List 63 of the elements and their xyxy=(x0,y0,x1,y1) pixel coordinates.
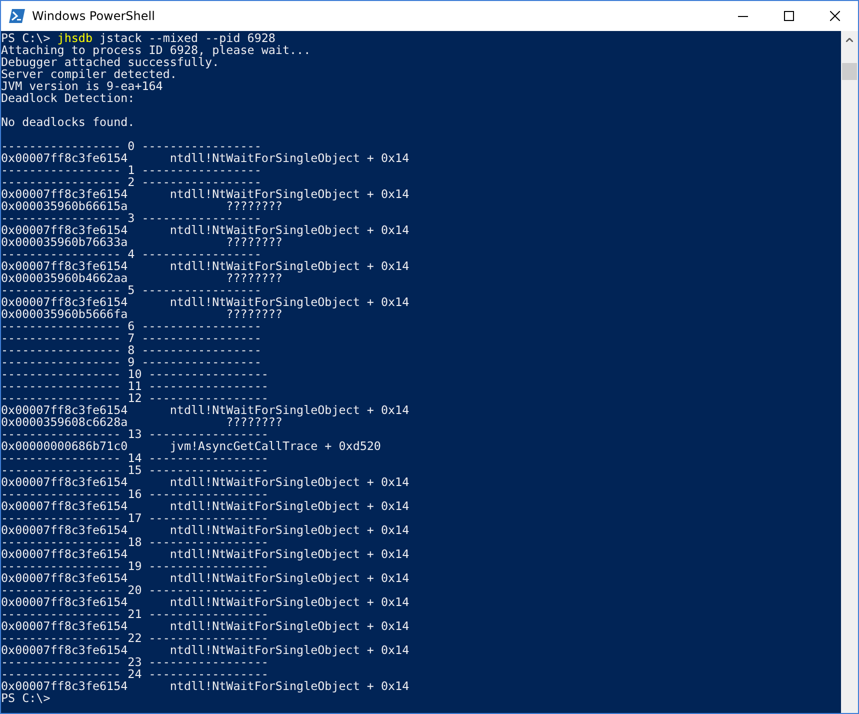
console-output-line: ----------------- 13 ----------------- xyxy=(1,427,268,441)
console-output-line: Debugger attached successfully. xyxy=(1,55,220,69)
console-output-line: 0x00007ff8c3fe6154 ntdll!NtWaitForSingleObject + 0x14 xyxy=(1,223,410,237)
console-output-line: 0x00000000686b71c0 jvm!AsyncGetCallTrace + 0xd520 xyxy=(1,439,381,453)
console-output-line: ----------------- 11 ----------------- xyxy=(1,379,268,393)
close-icon xyxy=(830,11,840,21)
console-output-line: ----------------- 1 ----------------- xyxy=(1,163,262,177)
console-output-line: ----------------- 4 ----------------- xyxy=(1,247,262,261)
console-output-line: ----------------- 5 ----------------- xyxy=(1,283,262,297)
console-output-line: 0x00007ff8c3fe6154 ntdll!NtWaitForSingleObject + 0x14 xyxy=(1,547,410,561)
console-output-line: 0x00007ff8c3fe6154 ntdll!NtWaitForSingleObject + 0x14 xyxy=(1,523,410,537)
console-output-line: 0x0000359608c6628a ???????? xyxy=(1,415,282,429)
console-output-line: ----------------- 2 ----------------- xyxy=(1,175,262,189)
console-output-line: 0x00007ff8c3fe6154 ntdll!NtWaitForSingleObject + 0x14 xyxy=(1,571,410,585)
console-output-line: Attaching to process ID 6928, please wait... xyxy=(1,43,311,57)
console-output-line: Server compiler detected. xyxy=(1,67,177,81)
console-output-line: ----------------- 17 ----------------- xyxy=(1,511,268,525)
console-output-line: 0x00007ff8c3fe6154 ntdll!NtWaitForSingleObject + 0x14 xyxy=(1,259,410,273)
console-output-line: 0x00007ff8c3fe6154 ntdll!NtWaitForSingleObject + 0x14 xyxy=(1,187,410,201)
console-output-line: 0x00007ff8c3fe6154 ntdll!NtWaitForSingleObject + 0x14 xyxy=(1,475,410,489)
console-output-line: ----------------- 21 ----------------- xyxy=(1,607,268,621)
console-output-line: ----------------- 22 ----------------- xyxy=(1,631,268,645)
console-output-line: ----------------- 6 ----------------- xyxy=(1,319,262,333)
console-output-line: JVM version is 9-ea+164 xyxy=(1,79,163,93)
console-output-line: 0x00007ff8c3fe6154 ntdll!NtWaitForSingleObject + 0x14 xyxy=(1,499,410,513)
scrollbar-thumb[interactable] xyxy=(842,63,857,80)
console-output-line: ----------------- 19 ----------------- xyxy=(1,559,268,573)
console-output-line: No deadlocks found. xyxy=(1,115,135,129)
console-output-line: 0x000035960b5666fa ???????? xyxy=(1,307,282,321)
console-output-line: 0x000035960b66615a ???????? xyxy=(1,199,282,213)
console-output-line: ----------------- 15 ----------------- xyxy=(1,463,268,477)
console-output-line: ----------------- 24 ----------------- xyxy=(1,667,268,681)
console-output-line: 0x000035960b76633a ???????? xyxy=(1,235,282,249)
scrollbar[interactable] xyxy=(841,31,858,713)
console-output-line: ----------------- 20 ----------------- xyxy=(1,583,268,597)
console-output-line: ----------------- 16 ----------------- xyxy=(1,487,268,501)
command-arguments: jstack --mixed --pid 6928 xyxy=(98,31,276,45)
console-output-line: 0x000035960b4662aa ???????? xyxy=(1,271,282,285)
console-output-line: ----------------- 10 ----------------- xyxy=(1,367,268,381)
console-output-line: 0x00007ff8c3fe6154 ntdll!NtWaitForSingleObject + 0x14 xyxy=(1,403,410,417)
console-output-line: 0x00007ff8c3fe6154 ntdll!NtWaitForSingleObject + 0x14 xyxy=(1,595,410,609)
console-output-line: PS C:\> xyxy=(1,691,50,705)
console-output-line: ----------------- 14 ----------------- xyxy=(1,451,268,465)
console-output-line: 0x00007ff8c3fe6154 ntdll!NtWaitForSingleObject + 0x14 xyxy=(1,679,410,693)
console-output-line: 0x00007ff8c3fe6154 ntdll!NtWaitForSingleObject + 0x14 xyxy=(1,151,410,165)
powershell-icon xyxy=(9,9,25,23)
caret-icon xyxy=(846,38,853,42)
console-output-line: ----------------- 23 ----------------- xyxy=(1,655,268,669)
console-output-line: 0x00007ff8c3fe6154 ntdll!NtWaitForSingleObject + 0x14 xyxy=(1,295,410,309)
console-output-line: 0x00007ff8c3fe6154 ntdll!NtWaitForSingleObject + 0x14 xyxy=(1,619,410,633)
console-output-line: ----------------- 3 ----------------- xyxy=(1,211,262,225)
console-output-line: ----------------- 0 ----------------- xyxy=(1,139,262,153)
window-title: Windows PowerShell xyxy=(32,9,156,23)
console-prompt: PS C:\> xyxy=(1,31,52,45)
console-output-line: ----------------- 9 ----------------- xyxy=(1,355,262,369)
console-output-line: ----------------- 8 ----------------- xyxy=(1,343,262,357)
command-name: jhsdb xyxy=(57,31,92,45)
console-output-line: ----------------- 18 ----------------- xyxy=(1,535,268,549)
console-output-line: Deadlock Detection: xyxy=(1,91,135,105)
console-output-line: ----------------- 7 ----------------- xyxy=(1,331,262,345)
maximize-icon xyxy=(784,11,794,21)
console-output-line: 0x00007ff8c3fe6154 ntdll!NtWaitForSingleObject + 0x14 xyxy=(1,643,410,657)
console-output-line: ----------------- 12 ----------------- xyxy=(1,391,268,405)
